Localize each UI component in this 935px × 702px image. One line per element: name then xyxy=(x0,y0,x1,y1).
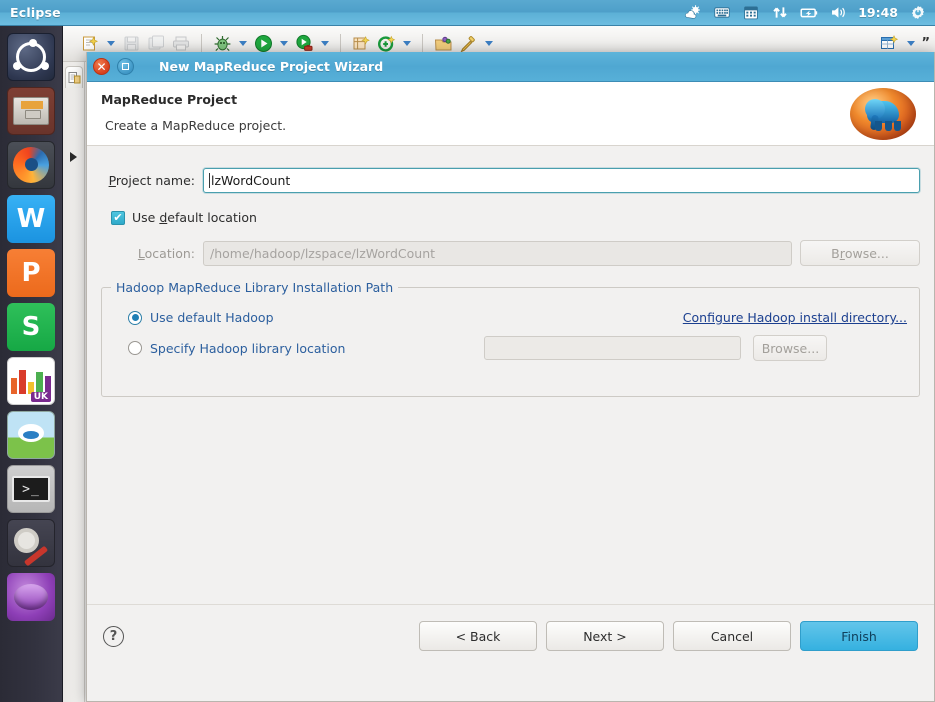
browse-hadoop-library-button: Browse... xyxy=(753,335,828,361)
use-default-hadoop-radio[interactable] xyxy=(128,310,142,325)
text-caret xyxy=(209,173,210,188)
hadoop-group-legend: Hadoop MapReduce Library Installation Pa… xyxy=(111,280,399,295)
help-glyph: ? xyxy=(109,628,118,644)
battery-icon[interactable] xyxy=(800,4,818,21)
hadoop-library-location-input xyxy=(484,336,742,360)
launcher-item-firefox[interactable] xyxy=(7,141,55,189)
project-name-label-rest: roject name: xyxy=(115,173,195,188)
browse-location-button: Br owse... xyxy=(800,240,920,266)
back-button[interactable]: < Back xyxy=(419,621,537,651)
checkmark-icon: ✔ xyxy=(113,211,123,224)
use-default-hadoop-label: Use default Hadoop xyxy=(150,310,274,325)
clock[interactable]: 19:48 xyxy=(858,5,898,20)
files-icon xyxy=(13,97,49,125)
toolbar-overflow-icon[interactable]: ” xyxy=(921,36,929,51)
network-transfer-icon[interactable] xyxy=(771,4,789,21)
dialog-title: New MapReduce Project Wizard xyxy=(159,59,384,74)
launcher-item-ubuntu-software[interactable]: UK xyxy=(7,357,55,405)
elephant-glyph xyxy=(863,97,903,131)
eclipse-left-rail xyxy=(63,62,85,702)
amazon-icon xyxy=(18,424,44,442)
launcher-item-terminal[interactable]: >_ xyxy=(7,465,55,513)
page-title: MapReduce Project xyxy=(101,92,238,107)
page-subtitle: Create a MapReduce project. xyxy=(105,118,287,133)
close-icon[interactable]: ✕ xyxy=(93,58,110,75)
maximize-square xyxy=(122,63,129,70)
ubuntu-software-badge: UK xyxy=(30,392,51,402)
specify-hadoop-label: Specify Hadoop library location xyxy=(150,340,346,356)
launcher-item-eclipse[interactable] xyxy=(7,573,55,621)
screen: Eclipse 19:48 W P S UK >_ ” ✕ New MapRed… xyxy=(0,0,935,702)
package-explorer-tab[interactable] xyxy=(65,66,83,88)
new-mapreduce-project-wizard-dialog: ✕ New MapReduce Project Wizard MapReduce… xyxy=(86,52,935,702)
project-name-label: Project name: xyxy=(101,173,203,188)
hadoop-logo-icon xyxy=(850,88,916,140)
keyboard-icon[interactable] xyxy=(713,4,731,21)
dialog-footer: ? < Back Next > Cancel Finish xyxy=(87,604,934,667)
dialog-header: MapReduce Project Create a MapReduce pro… xyxy=(87,82,934,146)
browse-b: B xyxy=(831,245,840,261)
launcher-item-wps-spreadsheet[interactable]: S xyxy=(7,303,55,351)
project-name-mnemonic: P xyxy=(108,173,116,188)
wps-presentation-icon: P xyxy=(21,258,41,288)
launcher-item-files[interactable] xyxy=(7,87,55,135)
udl-after: efault location xyxy=(167,210,257,225)
power-gear-icon[interactable] xyxy=(909,4,927,21)
location-row: Location: /home/hadoop/lzspace/lzWordCou… xyxy=(101,225,920,266)
eclipse-icon xyxy=(14,584,48,610)
help-icon[interactable]: ? xyxy=(103,625,124,647)
dialog-body: Project name: lzWordCount ✔ Use default … xyxy=(87,146,934,667)
location-label-rest: ocation: xyxy=(144,245,195,261)
system-tray: 19:48 xyxy=(684,4,935,21)
restore-view-arrow-icon[interactable] xyxy=(70,152,77,162)
terminal-icon: >_ xyxy=(12,476,50,502)
project-name-row: Project name: lzWordCount xyxy=(101,146,920,193)
calendar-icon[interactable] xyxy=(742,4,760,21)
browse-rest: owse... xyxy=(844,245,889,261)
toolbar-separator-3 xyxy=(422,33,423,54)
finish-button[interactable]: Finish xyxy=(800,621,918,651)
use-default-location-label: Use default location xyxy=(132,210,257,225)
launcher-item-ubuntu-dash[interactable] xyxy=(7,33,55,81)
wps-spreadsheet-icon: S xyxy=(21,312,41,342)
toolbar-separator-2 xyxy=(340,33,341,54)
tools-icon xyxy=(14,528,49,566)
specify-hadoop-radio[interactable] xyxy=(128,341,142,355)
firefox-icon xyxy=(13,147,49,183)
configure-hadoop-install-directory-link[interactable]: Configure Hadoop install directory... xyxy=(683,310,907,325)
unity-launcher: W P S UK >_ xyxy=(0,26,63,702)
location-value: /home/hadoop/lzspace/lzWordCount xyxy=(210,245,436,261)
browse-hadoop-label: Browse... xyxy=(761,340,820,356)
panel-app-name[interactable]: Eclipse xyxy=(10,5,61,20)
weather-icon[interactable] xyxy=(684,4,702,21)
launcher-item-amazon[interactable] xyxy=(7,411,55,459)
close-glyph: ✕ xyxy=(96,59,107,74)
wps-writer-icon: W xyxy=(16,204,46,234)
cancel-button[interactable]: Cancel xyxy=(673,621,791,651)
location-input: /home/hadoop/lzspace/lzWordCount xyxy=(203,240,792,266)
footer-button-group: < Back Next > Cancel Finish xyxy=(419,621,918,651)
ubuntu-logo-icon xyxy=(13,39,49,72)
hadoop-library-group: Hadoop MapReduce Library Installation Pa… xyxy=(101,280,920,397)
location-mnemonic: L xyxy=(137,245,145,261)
project-name-value: lzWordCount xyxy=(211,173,291,188)
toolbar-separator xyxy=(201,33,202,54)
launcher-item-system-tools[interactable] xyxy=(7,519,55,567)
maximize-icon[interactable] xyxy=(117,58,134,75)
launcher-item-wps-writer[interactable]: W xyxy=(7,195,55,243)
terminal-glyph: >_ xyxy=(22,481,40,497)
volume-icon[interactable] xyxy=(829,4,847,21)
udl-before: Use xyxy=(132,210,160,225)
ubuntu-software-icon xyxy=(10,368,52,394)
location-label: Location: xyxy=(101,246,203,261)
dialog-titlebar: ✕ New MapReduce Project Wizard xyxy=(87,52,934,82)
next-button[interactable]: Next > xyxy=(546,621,664,651)
specify-hadoop-library-row[interactable]: Specify Hadoop library location Browse..… xyxy=(102,325,919,361)
package-explorer-icon xyxy=(68,71,80,83)
launcher-item-wps-presentation[interactable]: P xyxy=(7,249,55,297)
use-default-location-row[interactable]: ✔ Use default location xyxy=(101,193,920,225)
system-top-panel: Eclipse 19:48 xyxy=(0,0,935,26)
project-name-input[interactable]: lzWordCount xyxy=(203,168,920,193)
use-default-location-checkbox[interactable]: ✔ xyxy=(111,210,125,225)
